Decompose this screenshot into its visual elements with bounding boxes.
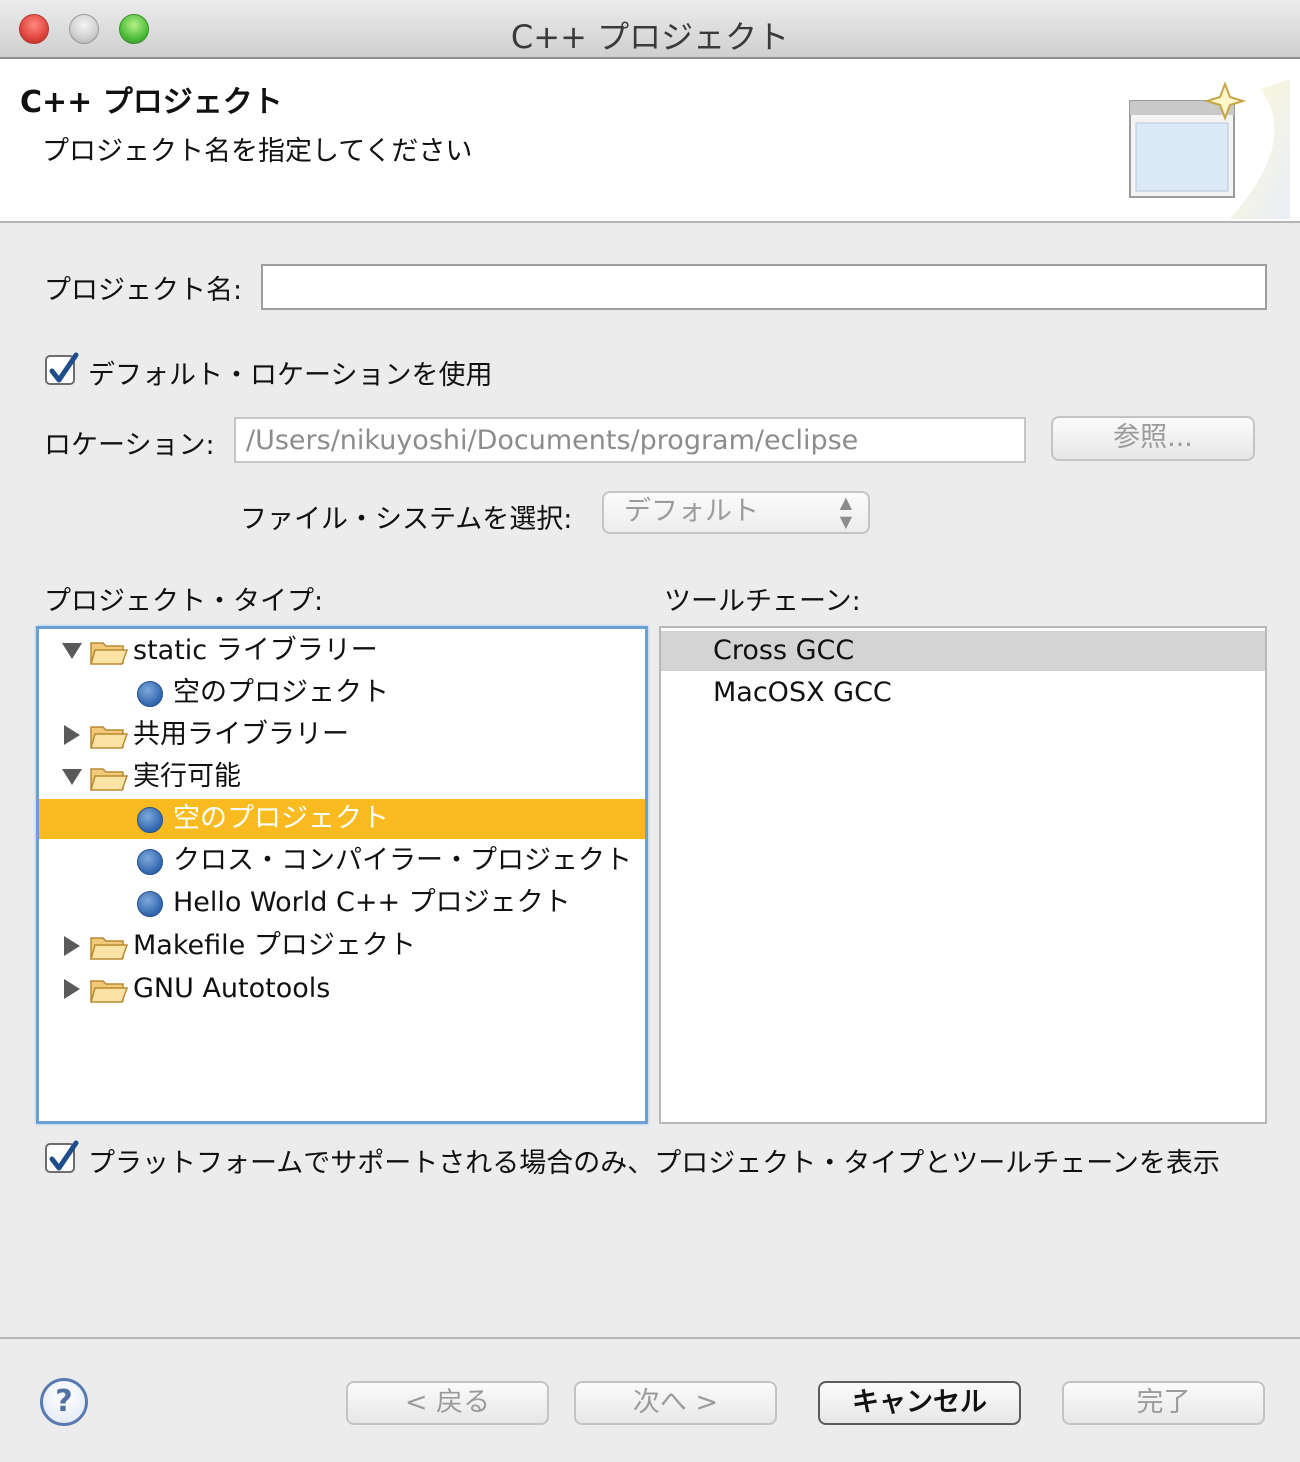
- tree-item-label: 実行可能: [133, 761, 241, 792]
- tree-item-label: 空のプロジェクト: [173, 803, 389, 834]
- help-icon[interactable]: ?: [40, 1378, 88, 1426]
- project-name-label: プロジェクト名:: [44, 275, 243, 306]
- tree-item-label: GNU Autotools: [133, 973, 331, 1004]
- back-button[interactable]: < 戻る: [346, 1381, 549, 1425]
- project-type-tree[interactable]: static ライブラリー 空のプロジェクト 共用ライブラリー 実行可能 空のプ…: [36, 626, 648, 1124]
- filesystem-label: ファイル・システムを選択:: [240, 504, 573, 535]
- folder-open-icon: [90, 642, 129, 665]
- project-type-dot-icon: [137, 807, 163, 833]
- select-updown-icon: ▲ ▼: [839, 493, 852, 531]
- expand-right-icon[interactable]: [64, 725, 80, 745]
- project-type-dot-icon: [137, 849, 163, 875]
- footer-divider: [0, 1337, 1300, 1339]
- tree-item-makefile-project[interactable]: Makefile プロジェクト: [39, 926, 645, 966]
- tree-item-shared-library[interactable]: 共用ライブラリー: [39, 715, 645, 755]
- expand-right-icon[interactable]: [64, 979, 80, 999]
- toolchain-list[interactable]: Cross GCC MacOSX GCC: [659, 626, 1267, 1124]
- next-button[interactable]: 次へ >: [574, 1381, 777, 1425]
- window-title: C++ プロジェクト: [510, 18, 790, 56]
- tree-item-label: Makefile プロジェクト: [133, 930, 416, 961]
- use-default-location-label: デフォルト・ロケーションを使用: [88, 360, 493, 391]
- tree-item-label: クロス・コンパイラー・プロジェクト: [173, 845, 632, 876]
- finish-button[interactable]: 完了: [1062, 1381, 1265, 1425]
- show-supported-only-checkbox[interactable]: [45, 1140, 79, 1173]
- wizard-subtitle: プロジェクト名を指定してください: [42, 136, 473, 167]
- toolchain-label: ツールチェーン:: [664, 586, 861, 617]
- new-window-wizard-icon: [1129, 79, 1290, 219]
- use-default-location-checkbox[interactable]: [45, 352, 79, 385]
- project-type-label: プロジェクト・タイプ:: [44, 586, 324, 617]
- tree-item-empty-project-executable[interactable]: 空のプロジェクト: [39, 799, 645, 839]
- tree-item-label: 空のプロジェクト: [173, 677, 389, 708]
- folder-open-icon: [90, 726, 129, 749]
- location-input[interactable]: /Users/nikuyoshi/Documents/program/eclip…: [234, 417, 1026, 463]
- expand-right-icon[interactable]: [64, 936, 80, 956]
- checkmark-icon: [49, 1140, 79, 1171]
- tree-item-gnu-autotools[interactable]: GNU Autotools: [39, 969, 645, 1009]
- toolchain-item-cross-gcc[interactable]: Cross GCC: [661, 631, 1265, 671]
- tree-item-cross-compiler-project[interactable]: クロス・コンパイラー・プロジェクト: [39, 841, 645, 881]
- location-label: ロケーション:: [44, 430, 215, 461]
- folder-open-icon: [90, 937, 129, 960]
- tree-item-label: Hello World C++ プロジェクト: [173, 887, 571, 918]
- checkmark-icon: [49, 352, 79, 383]
- window-titlebar: C++ プロジェクト: [0, 0, 1300, 59]
- cancel-button[interactable]: キャンセル: [818, 1381, 1021, 1425]
- wizard-header: C++ プロジェクト プロジェクト名を指定してください: [0, 59, 1300, 223]
- project-type-dot-icon: [137, 681, 163, 707]
- project-name-input[interactable]: [261, 264, 1267, 310]
- project-type-dot-icon: [137, 891, 163, 917]
- folder-open-icon: [90, 980, 129, 1003]
- show-supported-only-label: プラットフォームでサポートされる場合のみ、プロジェクト・タイプとツールチェーンを…: [88, 1148, 1220, 1179]
- folder-open-icon: [90, 768, 129, 791]
- filesystem-selected-value: デフォルト: [624, 496, 759, 527]
- expand-down-icon[interactable]: [62, 769, 82, 785]
- tree-item-label: 共用ライブラリー: [133, 719, 349, 750]
- expand-down-icon[interactable]: [62, 643, 82, 659]
- filesystem-select[interactable]: デフォルト ▲ ▼: [602, 491, 870, 534]
- browse-button[interactable]: 参照...: [1051, 416, 1255, 461]
- toolchain-item-macosx-gcc[interactable]: MacOSX GCC: [661, 673, 1265, 713]
- wizard-title: C++ プロジェクト: [20, 85, 283, 120]
- tree-item-label: static ライブラリー: [133, 635, 378, 666]
- tree-item-empty-project-static[interactable]: 空のプロジェクト: [39, 673, 645, 713]
- tree-item-executable[interactable]: 実行可能: [39, 757, 645, 797]
- tree-item-static-library[interactable]: static ライブラリー: [39, 631, 645, 671]
- tree-item-hello-world-project[interactable]: Hello World C++ プロジェクト: [39, 883, 645, 923]
